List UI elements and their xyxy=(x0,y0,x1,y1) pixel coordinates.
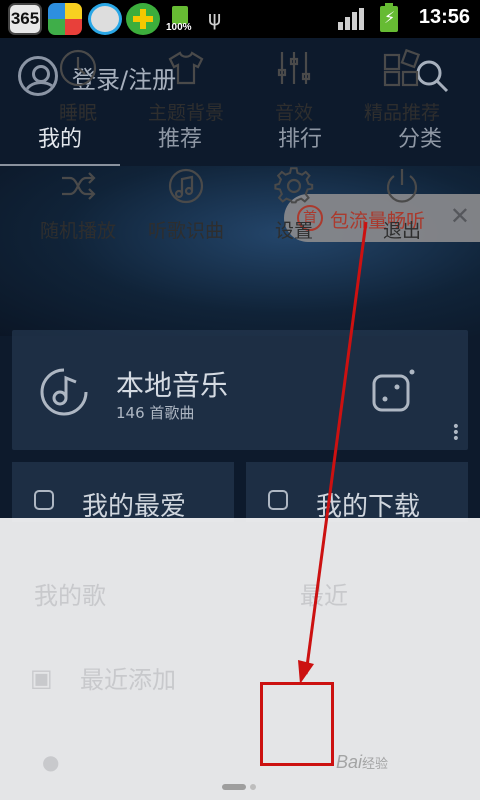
song-recognition-menu-item[interactable]: 听歌识曲 xyxy=(126,166,246,262)
music-note-icon xyxy=(40,368,88,416)
local-music-count: 146 首歌曲 xyxy=(116,404,195,422)
equalizer-label: 音效 xyxy=(274,102,313,124)
equalizer-menu-item[interactable]: 音效 xyxy=(234,48,354,144)
exit-menu-item[interactable]: 退出 xyxy=(342,166,462,262)
theme-menu-item[interactable]: 主题背景 xyxy=(126,48,246,144)
apps-grid-icon xyxy=(382,48,422,88)
more-vertical-icon[interactable]: • • • xyxy=(452,420,460,446)
pinwheel-app-icon xyxy=(48,3,82,35)
status-bar: 365 100% ψ ⚡ 13:56 xyxy=(0,0,480,38)
battery-percent-label: 100% xyxy=(166,22,192,33)
shuffle-label: 随机播放 xyxy=(39,220,116,242)
shuffle-dice-icon[interactable] xyxy=(368,366,418,416)
shuffle-icon xyxy=(58,166,98,206)
clock: 13:56 xyxy=(418,6,470,28)
settings-menu-item[interactable]: 设置 xyxy=(234,166,354,262)
downloads-card[interactable]: 我的下载 xyxy=(246,462,468,522)
exit-label: 退出 xyxy=(382,220,421,242)
gear-icon xyxy=(274,166,314,206)
tshirt-icon xyxy=(166,48,206,88)
download-icon xyxy=(268,490,288,510)
background-ghost-text: 最近 xyxy=(300,582,348,610)
background-ghost-text: 最近添加 xyxy=(80,666,176,694)
background-ghost-text: 我的歌 xyxy=(34,582,106,610)
bottom-menu-sheet: 我的歌 最近 ▣ 最近添加 ● xyxy=(0,518,480,800)
song-recognition-label: 听歌识曲 xyxy=(147,220,224,242)
sleep-label: 睡眠 xyxy=(58,102,97,124)
equalizer-icon xyxy=(274,48,314,88)
battery-charging-icon: ⚡ xyxy=(380,3,398,32)
clock-icon xyxy=(58,48,98,88)
settings-label: 设置 xyxy=(274,220,313,242)
featured-label: 精品推荐 xyxy=(363,102,440,124)
app-365-icon: 365 xyxy=(8,3,42,35)
favorites-card[interactable]: 我的最爱 xyxy=(12,462,234,522)
shuffle-menu-item[interactable]: 随机播放 xyxy=(18,166,138,262)
music-recognition-icon xyxy=(166,166,206,206)
baidu-watermark: Bai经验 xyxy=(336,752,389,772)
featured-menu-item[interactable]: 精品推荐 xyxy=(342,48,462,144)
page-indicator xyxy=(0,784,480,794)
annotation-highlight-box xyxy=(260,682,334,766)
local-music-card[interactable]: 本地音乐 146 首歌曲 • • • xyxy=(12,330,468,450)
power-icon xyxy=(382,166,422,206)
theme-label: 主题背景 xyxy=(147,102,224,124)
help-app-icon xyxy=(88,3,122,35)
sleep-menu-item[interactable]: 睡眠 xyxy=(18,48,138,144)
local-music-title: 本地音乐 xyxy=(116,369,229,402)
360-security-icon xyxy=(126,3,160,35)
signal-icon xyxy=(338,8,364,30)
usb-icon: ψ xyxy=(208,6,222,30)
background-ghost-icon: ● xyxy=(42,750,60,774)
background-ghost-icon: ▣ xyxy=(30,664,53,692)
heart-icon xyxy=(34,490,54,510)
